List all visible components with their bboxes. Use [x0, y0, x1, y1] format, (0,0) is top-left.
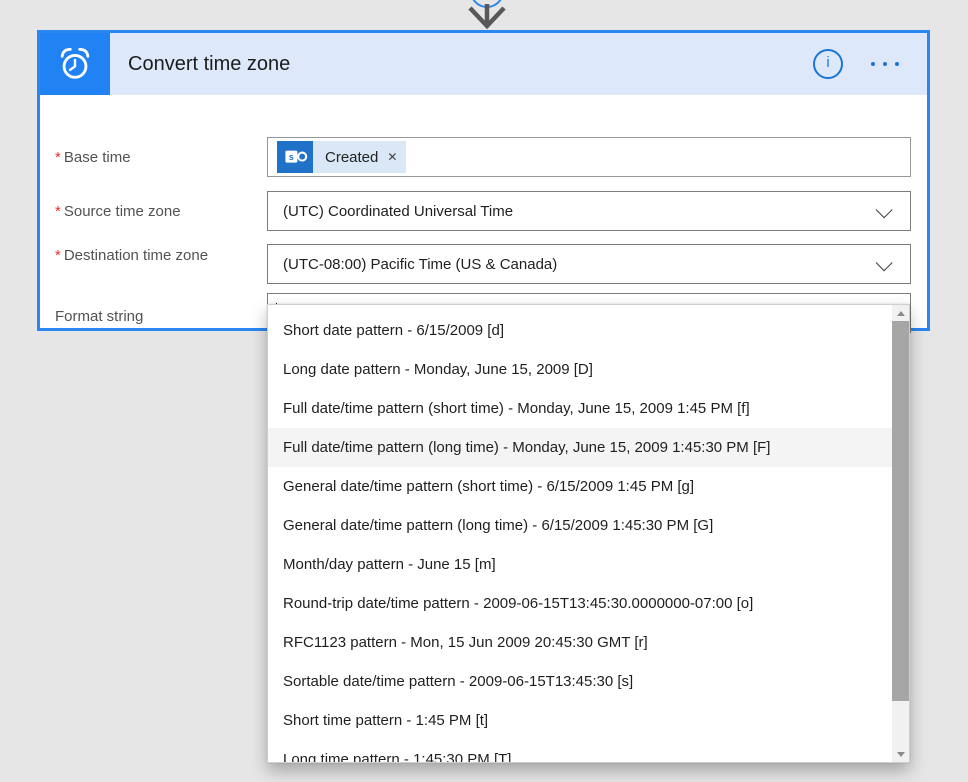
card-header[interactable]: Convert time zone i [40, 33, 927, 95]
option-item[interactable]: Long date pattern - Monday, June 15, 200… [268, 350, 892, 389]
created-token[interactable]: s Created ✕ [277, 141, 406, 173]
triangle-down-icon [897, 752, 905, 757]
base-time-input[interactable]: s Created ✕ [267, 137, 911, 177]
option-item[interactable]: Sortable date/time pattern - 2009-06-15T… [268, 662, 892, 701]
scroll-up-button[interactable] [892, 305, 909, 321]
dropdown-value: (UTC) Coordinated Universal Time [283, 203, 513, 220]
scrollbar[interactable] [892, 305, 909, 762]
format-string-label: Format string [55, 306, 215, 327]
option-list: Short date pattern - 6/15/2009 [d] Long … [268, 305, 909, 763]
option-item[interactable]: General date/time pattern (short time) -… [268, 467, 892, 506]
action-icon-tile [40, 33, 110, 95]
option-item[interactable]: Short date pattern - 6/15/2009 [d] [268, 311, 892, 350]
option-item[interactable]: Long time pattern - 1:45:30 PM [T] [268, 740, 892, 763]
dropdown-value: (UTC-08:00) Pacific Time (US & Canada) [283, 256, 557, 273]
option-item[interactable]: Short time pattern - 1:45 PM [t] [268, 701, 892, 740]
option-item[interactable]: Full date/time pattern (short time) - Mo… [268, 389, 892, 428]
token-remove-button[interactable]: ✕ [387, 150, 397, 164]
info-icon: i [826, 54, 829, 71]
alarm-clock-icon [56, 45, 94, 83]
info-button[interactable]: i [813, 49, 843, 79]
svg-text:s: s [289, 152, 294, 162]
chevron-down-icon[interactable] [876, 254, 893, 271]
source-time-zone-dropdown[interactable]: (UTC) Coordinated Universal Time [267, 191, 911, 231]
ellipsis-icon [871, 62, 875, 66]
scrollbar-thumb[interactable] [892, 321, 909, 701]
option-item[interactable]: RFC1123 pattern - Mon, 15 Jun 2009 20:45… [268, 623, 892, 662]
option-item[interactable]: General date/time pattern (long time) - … [268, 506, 892, 545]
required-asterisk: * [55, 203, 61, 220]
destination-time-zone-dropdown[interactable]: (UTC-08:00) Pacific Time (US & Canada) [267, 244, 911, 284]
convert-time-zone-action-card: Convert time zone i *Base time [37, 30, 930, 331]
required-asterisk: * [55, 247, 61, 264]
scroll-down-button[interactable] [892, 746, 909, 762]
ellipsis-icon [895, 62, 899, 66]
required-asterisk: * [55, 149, 61, 166]
format-options-listbox: Short date pattern - 6/15/2009 [d] Long … [267, 304, 910, 763]
option-item-highlighted[interactable]: Full date/time pattern (long time) - Mon… [268, 428, 892, 467]
more-menu-button[interactable] [869, 58, 901, 70]
card-body: *Base time s Created ✕ [40, 95, 927, 331]
base-time-label: *Base time [55, 147, 215, 168]
source-time-zone-label: *Source time zone [55, 201, 215, 222]
destination-time-zone-label: *Destination time zone [55, 245, 215, 266]
ellipsis-icon [883, 62, 887, 66]
triangle-up-icon [897, 311, 905, 316]
chevron-down-icon[interactable] [876, 201, 893, 218]
flow-designer-canvas: Convert time zone i *Base time [0, 0, 968, 782]
token-label: Created [325, 149, 378, 166]
option-item[interactable]: Round-trip date/time pattern - 2009-06-1… [268, 584, 892, 623]
card-title: Convert time zone [128, 53, 290, 76]
sharepoint-icon: s [277, 141, 313, 173]
option-item[interactable]: Month/day pattern - June 15 [m] [268, 545, 892, 584]
